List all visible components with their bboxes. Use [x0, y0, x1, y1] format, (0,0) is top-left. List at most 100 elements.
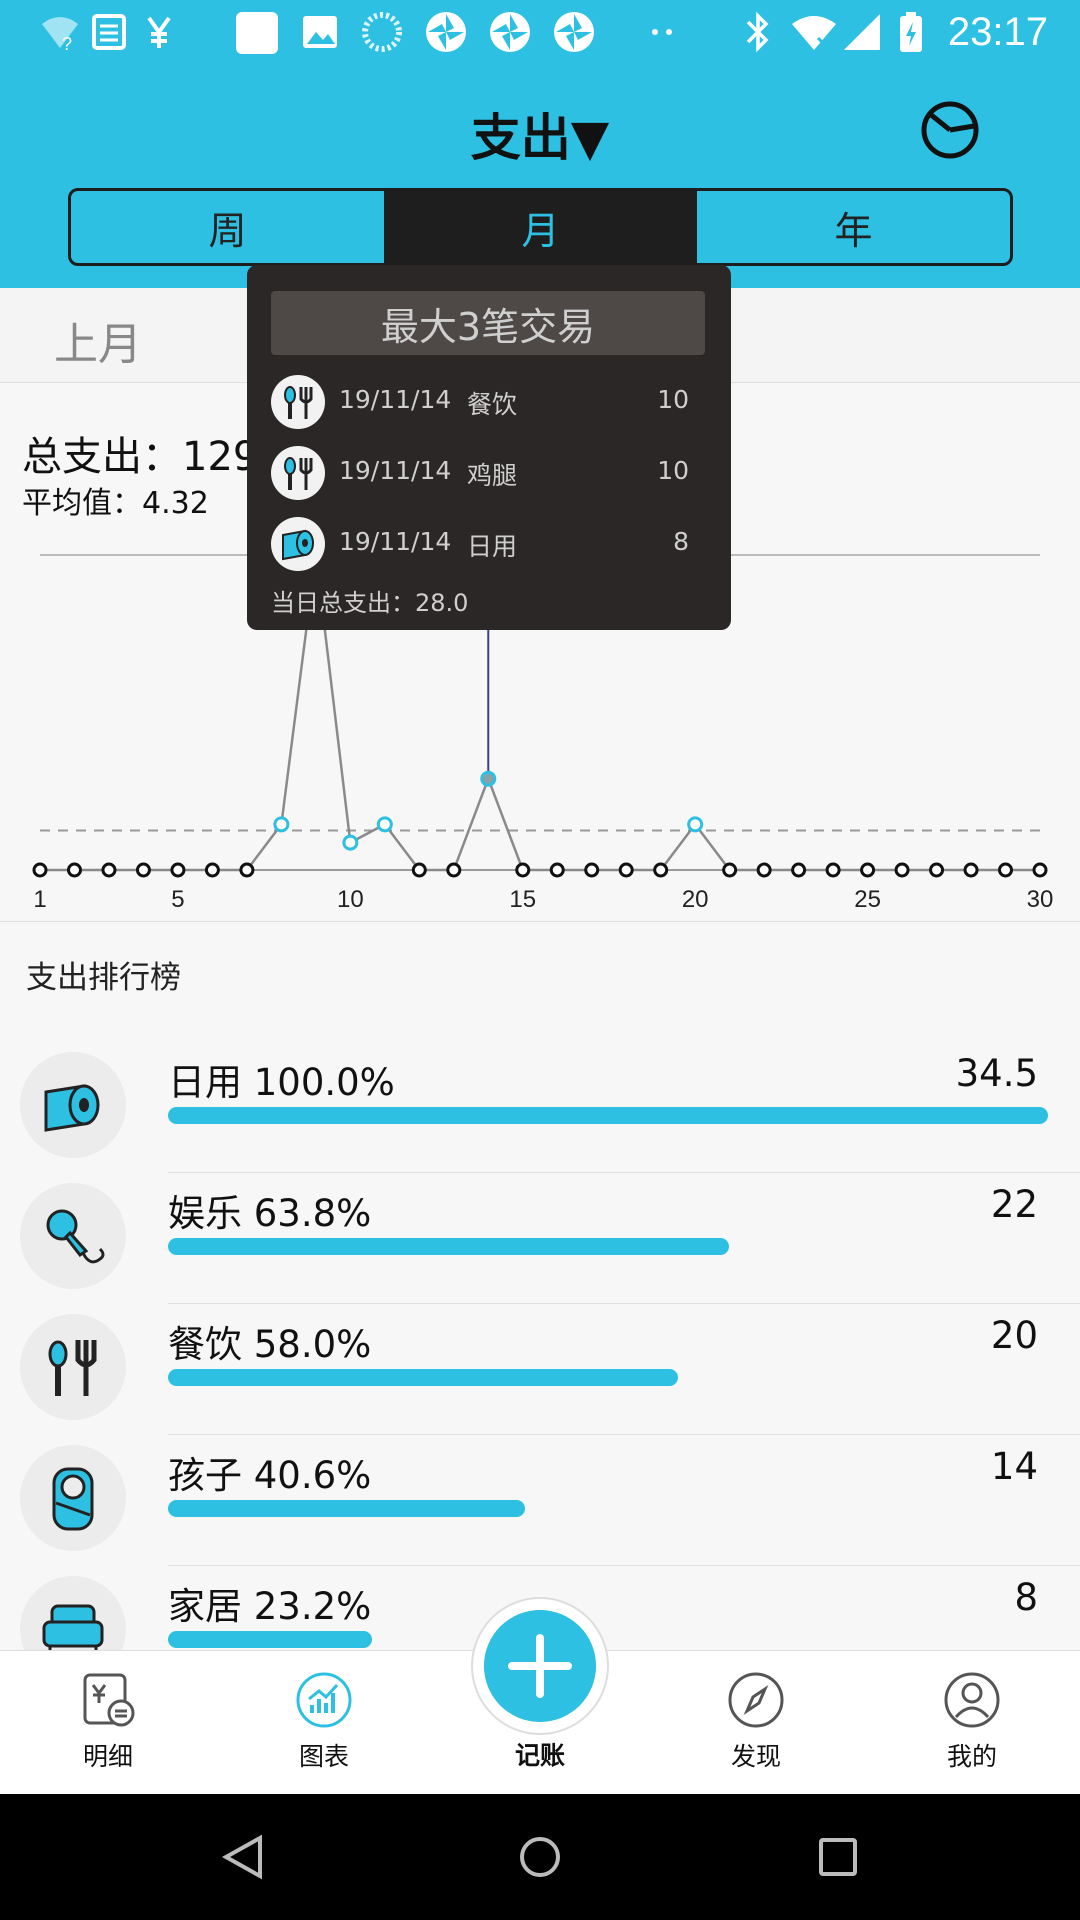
chart-point [722, 862, 738, 878]
month-tab-last[interactable]: 上月 [54, 308, 142, 372]
ranking-bar [168, 1369, 678, 1386]
top-transactions-tooltip: 最大3笔交易 19/11/14 餐饮 10 19/11/14 鸡腿 10 19/… [247, 265, 731, 630]
nav-item-chart[interactable]: 图表 [264, 1671, 384, 1773]
home-icon[interactable] [518, 1834, 562, 1880]
chart-tick-label: 25 [854, 886, 881, 910]
tooltip-date: 19/11/14 [339, 456, 452, 485]
app-header: 支出▼ 周 月 年 [0, 68, 1080, 288]
fork-spoon-icon [271, 446, 325, 500]
ranking-row[interactable]: 娱乐 63.8% 22 [0, 1173, 1080, 1304]
chart-point [963, 862, 979, 878]
app-icon [554, 12, 594, 52]
chart-point [239, 862, 255, 878]
chart-point [549, 862, 565, 878]
blank-square-icon [236, 12, 278, 54]
nav-label-add[interactable]: 记账 [480, 1736, 600, 1772]
microphone-icon [20, 1183, 126, 1289]
tooltip-category: 日用 [467, 532, 518, 561]
compass-icon [728, 1672, 784, 1728]
ranking-title: 支出排行榜 [26, 960, 181, 996]
dots-icon [652, 29, 672, 35]
news-icon [92, 14, 126, 50]
tooltip-category: 鸡腿 [467, 461, 518, 490]
tooltip-day-total: 当日总支出：28.0 [271, 589, 469, 617]
chart-point [860, 862, 876, 878]
chart-tick-label: 30 [1027, 886, 1054, 910]
tab-month[interactable]: 月 [384, 191, 697, 263]
ranking-amount: 34.5 [955, 1052, 1038, 1095]
bluetooth-icon [746, 11, 769, 53]
ranking-amount: 22 [990, 1183, 1038, 1226]
ranking-bar [168, 1107, 1048, 1124]
chart-point [32, 862, 48, 878]
chart-tick-label: 1 [33, 886, 46, 910]
toilet-paper-icon [20, 1052, 126, 1158]
ranking-row[interactable]: 餐饮 58.0% 20 [0, 1304, 1080, 1435]
status-time: 23:17 [947, 10, 1048, 54]
svg-text:?: ? [62, 34, 72, 54]
chart-point [756, 862, 772, 878]
nav-label: 明细 [82, 1742, 133, 1771]
loading-icon [362, 12, 402, 52]
nav-label: 发现 [730, 1742, 781, 1771]
chart-point [135, 862, 151, 878]
tooltip-row: 19/11/14 日用 8 [271, 517, 701, 573]
recents-icon[interactable] [816, 1834, 860, 1880]
ranking-bar [168, 1631, 372, 1648]
period-selector: 周 月 年 [68, 188, 1013, 266]
ranking-label: 日用 100.0% [168, 1061, 395, 1104]
toilet-paper-icon [271, 517, 325, 571]
ranking-bar [168, 1238, 729, 1255]
signal-icon [844, 14, 880, 50]
chart-tick-label: 10 [337, 886, 364, 910]
tooltip-amount: 8 [673, 527, 689, 556]
chart-point [170, 862, 186, 878]
nav-label: 图表 [298, 1742, 349, 1771]
add-record-button[interactable] [484, 1610, 596, 1722]
ledger-icon [83, 1673, 135, 1727]
total-expense: 总支出：129. [22, 434, 272, 480]
chart-point [342, 834, 359, 851]
wifi-question-icon: ? [42, 17, 78, 54]
tab-week[interactable]: 周 [71, 191, 384, 263]
chart-point [998, 862, 1014, 878]
chart-point [618, 862, 634, 878]
average-expense: 平均值：4.32 [22, 486, 209, 521]
app-icon [426, 12, 466, 52]
fork-spoon-icon [20, 1314, 126, 1420]
chart-point [929, 862, 945, 878]
user-icon [944, 1672, 1000, 1728]
chart-point [515, 862, 531, 878]
nav-item-detail[interactable]: 明细 [48, 1671, 168, 1773]
chart-point [791, 862, 807, 878]
chart-point [204, 862, 220, 878]
image-icon [303, 16, 337, 48]
back-icon[interactable] [220, 1834, 264, 1880]
app-icon [490, 12, 530, 52]
chart-point [101, 862, 117, 878]
nav-item-mine[interactable]: 我的 [912, 1671, 1032, 1773]
baby-icon [20, 1445, 126, 1551]
chart-point [687, 816, 704, 833]
ranking-row[interactable]: 日用 100.0% 34.5 [0, 1042, 1080, 1173]
wifi-x-icon [792, 16, 836, 50]
chart-point [894, 862, 910, 878]
yen-icon [147, 16, 171, 48]
chart-point [273, 816, 290, 833]
chart-point [411, 862, 427, 878]
system-nav-bar [0, 1794, 1080, 1920]
tab-year[interactable]: 年 [697, 191, 1010, 263]
ranking-label: 孩子 40.6% [168, 1454, 372, 1497]
divider [0, 921, 1080, 922]
tooltip-date: 19/11/14 [339, 385, 452, 414]
chart-point [825, 862, 841, 878]
pie-chart-icon[interactable] [918, 98, 982, 162]
nav-item-discover[interactable]: 发现 [696, 1671, 816, 1773]
chart-point [1032, 862, 1048, 878]
ranking-row[interactable]: 孩子 40.6% 14 [0, 1435, 1080, 1566]
ranking-amount: 20 [990, 1314, 1038, 1357]
chart-point [376, 816, 393, 833]
chart-tick-label: 5 [171, 886, 184, 910]
chart-tick-label: 15 [509, 886, 536, 910]
ranking-label: 餐饮 58.0% [168, 1323, 372, 1366]
